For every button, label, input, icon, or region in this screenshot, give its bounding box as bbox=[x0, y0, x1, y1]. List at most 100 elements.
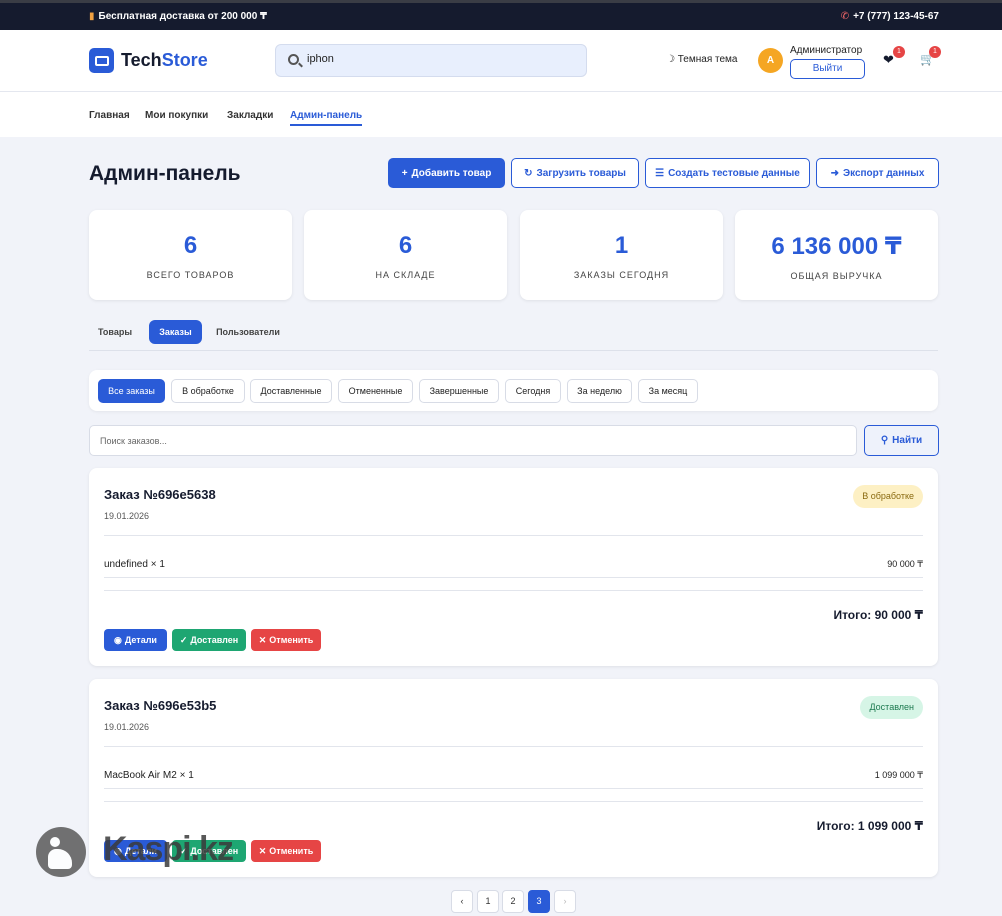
export-data-label: Экспорт данных bbox=[842, 167, 925, 179]
stat-value: 6 bbox=[398, 232, 413, 259]
wishlist-count-badge: 1 bbox=[893, 46, 905, 58]
export-data-button[interactable]: ➜ Экспорт данных bbox=[816, 158, 939, 188]
divider bbox=[104, 577, 923, 578]
moon-icon: ☽ bbox=[666, 54, 675, 65]
order-title: Заказ №696e5638 bbox=[104, 487, 216, 502]
tab-orders[interactable]: Заказы bbox=[149, 320, 202, 344]
logout-button[interactable]: Выйти bbox=[790, 59, 865, 79]
page-title: Админ-панель bbox=[89, 162, 241, 185]
status-badge: Доставлен bbox=[860, 696, 923, 719]
kaspi-watermark: Kaspi.kz bbox=[36, 825, 256, 881]
stat-label: ОБЩАЯ ВЫРУЧКА bbox=[790, 271, 883, 281]
watermark-text: Kaspi.kz bbox=[103, 830, 234, 868]
cart-count-badge: 1 bbox=[929, 46, 941, 58]
cancel-order-button[interactable]: ✕ Отменить bbox=[251, 629, 321, 651]
phone-number[interactable]: +7 (777) 123-45-67 bbox=[853, 11, 939, 22]
divider bbox=[104, 746, 923, 747]
search-icon bbox=[288, 54, 299, 65]
logo-text-part1: Tech bbox=[121, 50, 162, 70]
order-search-input[interactable] bbox=[90, 426, 856, 455]
details-button[interactable]: ◉ Детали bbox=[104, 629, 167, 651]
close-icon: ✕ bbox=[258, 845, 267, 856]
pagination-next[interactable]: › bbox=[554, 890, 576, 913]
nav-item-admin[interactable]: Админ-панель bbox=[290, 110, 363, 126]
order-date: 19.01.2026 bbox=[104, 722, 150, 732]
cancel-order-button[interactable]: ✕ Отменить bbox=[251, 840, 321, 862]
phone-wrap[interactable]: ✆ +7 (777) 123-45-67 bbox=[841, 11, 939, 22]
pagination-prev[interactable]: ‹ bbox=[451, 890, 473, 913]
divider bbox=[104, 788, 923, 789]
order-total: Итого: 1 099 000 ₸ bbox=[816, 819, 923, 833]
tab-users[interactable]: Пользователи bbox=[210, 320, 286, 344]
order-item-price: 1 099 000 ₸ bbox=[874, 770, 923, 780]
find-label: Найти bbox=[892, 435, 923, 446]
promo-bar: ▮ Бесплатная доставка от 200 000 ₸ ✆ +7 (7… bbox=[0, 3, 1002, 30]
filter-all-orders[interactable]: Все заказы bbox=[98, 379, 165, 403]
create-test-data-label: Создать тестовые данные bbox=[668, 167, 800, 179]
cancel-order-label: Отменить bbox=[269, 635, 314, 645]
plus-icon: + bbox=[401, 167, 408, 179]
divider bbox=[104, 801, 923, 802]
theme-label: Темная тема bbox=[677, 54, 738, 65]
eye-icon: ◉ bbox=[114, 634, 122, 645]
status-badge: В обработке bbox=[853, 485, 923, 508]
mark-delivered-label: Доставлен bbox=[190, 635, 239, 645]
logo-text-part2: Store bbox=[161, 50, 208, 70]
nav-item-home[interactable]: Главная bbox=[89, 110, 130, 121]
nav-item-bookmarks[interactable]: Закладки bbox=[227, 110, 273, 121]
database-icon: ☰ bbox=[655, 167, 665, 179]
laptop-icon bbox=[89, 48, 114, 73]
close-icon: ✕ bbox=[258, 634, 267, 645]
divider bbox=[104, 590, 923, 591]
filter-cancelled[interactable]: Отмененные bbox=[338, 379, 413, 403]
order-date: 19.01.2026 bbox=[104, 511, 150, 521]
product-search[interactable] bbox=[275, 44, 587, 77]
order-item-name: MacBook Air M2 × 1 bbox=[104, 770, 194, 781]
stat-card-in-stock: 6 НА СКЛАДЕ bbox=[304, 210, 507, 300]
tab-products[interactable]: Товары bbox=[89, 320, 141, 344]
filter-week[interactable]: За неделю bbox=[567, 379, 632, 403]
export-icon: ➜ bbox=[830, 167, 839, 179]
pagination-page-3[interactable]: 3 bbox=[528, 890, 550, 913]
stat-card-total-revenue: 6 136 000 ₸ ОБЩАЯ ВЫРУЧКА bbox=[735, 210, 938, 300]
logo[interactable]: TechStore bbox=[89, 48, 208, 73]
kaspi-logo-icon bbox=[36, 827, 86, 877]
filter-month[interactable]: За месяц bbox=[638, 379, 698, 403]
upload-products-button[interactable]: ↻ Загрузить товары bbox=[511, 158, 639, 188]
add-product-button[interactable]: + Добавить товар bbox=[388, 158, 505, 188]
truck-icon: ▮ bbox=[89, 11, 95, 22]
pagination-page-2[interactable]: 2 bbox=[502, 890, 524, 913]
stat-value: 6 bbox=[183, 232, 198, 259]
create-test-data-button[interactable]: ☰ Создать тестовые данные bbox=[645, 158, 810, 188]
filter-delivered[interactable]: Доставленные bbox=[250, 379, 332, 403]
promo-text-wrap: ▮ Бесплатная доставка от 200 000 ₸ bbox=[89, 11, 267, 22]
tabs-divider bbox=[89, 350, 938, 351]
pagination-page-1[interactable]: 1 bbox=[477, 890, 499, 913]
order-filters: Все заказы В обработке Доставленные Отме… bbox=[89, 370, 938, 411]
stat-value: 6 136 000 ₸ bbox=[771, 233, 902, 260]
search-icon: ⚲ bbox=[880, 435, 889, 446]
order-search[interactable] bbox=[89, 425, 857, 456]
nav-item-purchases[interactable]: Мои покупки bbox=[145, 110, 208, 121]
stat-label: ВСЕГО ТОВАРОВ bbox=[146, 270, 235, 280]
promo-text: Бесплатная доставка от 200 000 ₸ bbox=[98, 11, 268, 22]
filter-processing[interactable]: В обработке bbox=[171, 379, 245, 403]
mark-delivered-button[interactable]: ✓ Доставлен bbox=[172, 629, 246, 651]
heart-icon[interactable]: ❤ bbox=[883, 52, 894, 68]
sync-icon: ↻ bbox=[524, 167, 533, 179]
site-header: TechStore ☽ Темная тема А Администратор … bbox=[0, 30, 1002, 92]
order-title: Заказ №696e53b5 bbox=[104, 698, 217, 713]
stat-value: 1 bbox=[614, 232, 629, 259]
stat-card-orders-today: 1 ЗАКАЗЫ СЕГОДНЯ bbox=[520, 210, 723, 300]
find-button[interactable]: ⚲ Найти bbox=[864, 425, 939, 456]
filter-today[interactable]: Сегодня bbox=[505, 379, 561, 403]
order-item-name: undefined × 1 bbox=[104, 559, 165, 570]
upload-products-label: Загрузить товары bbox=[536, 167, 626, 179]
search-input[interactable] bbox=[307, 53, 577, 65]
check-icon: ✓ bbox=[179, 634, 188, 645]
stat-label: НА СКЛАДЕ bbox=[375, 270, 436, 280]
user-name: Администратор bbox=[790, 45, 863, 56]
avatar[interactable]: А bbox=[758, 48, 783, 73]
theme-toggle[interactable]: ☽ Темная тема bbox=[666, 54, 737, 65]
filter-completed[interactable]: Завершенные bbox=[419, 379, 499, 403]
